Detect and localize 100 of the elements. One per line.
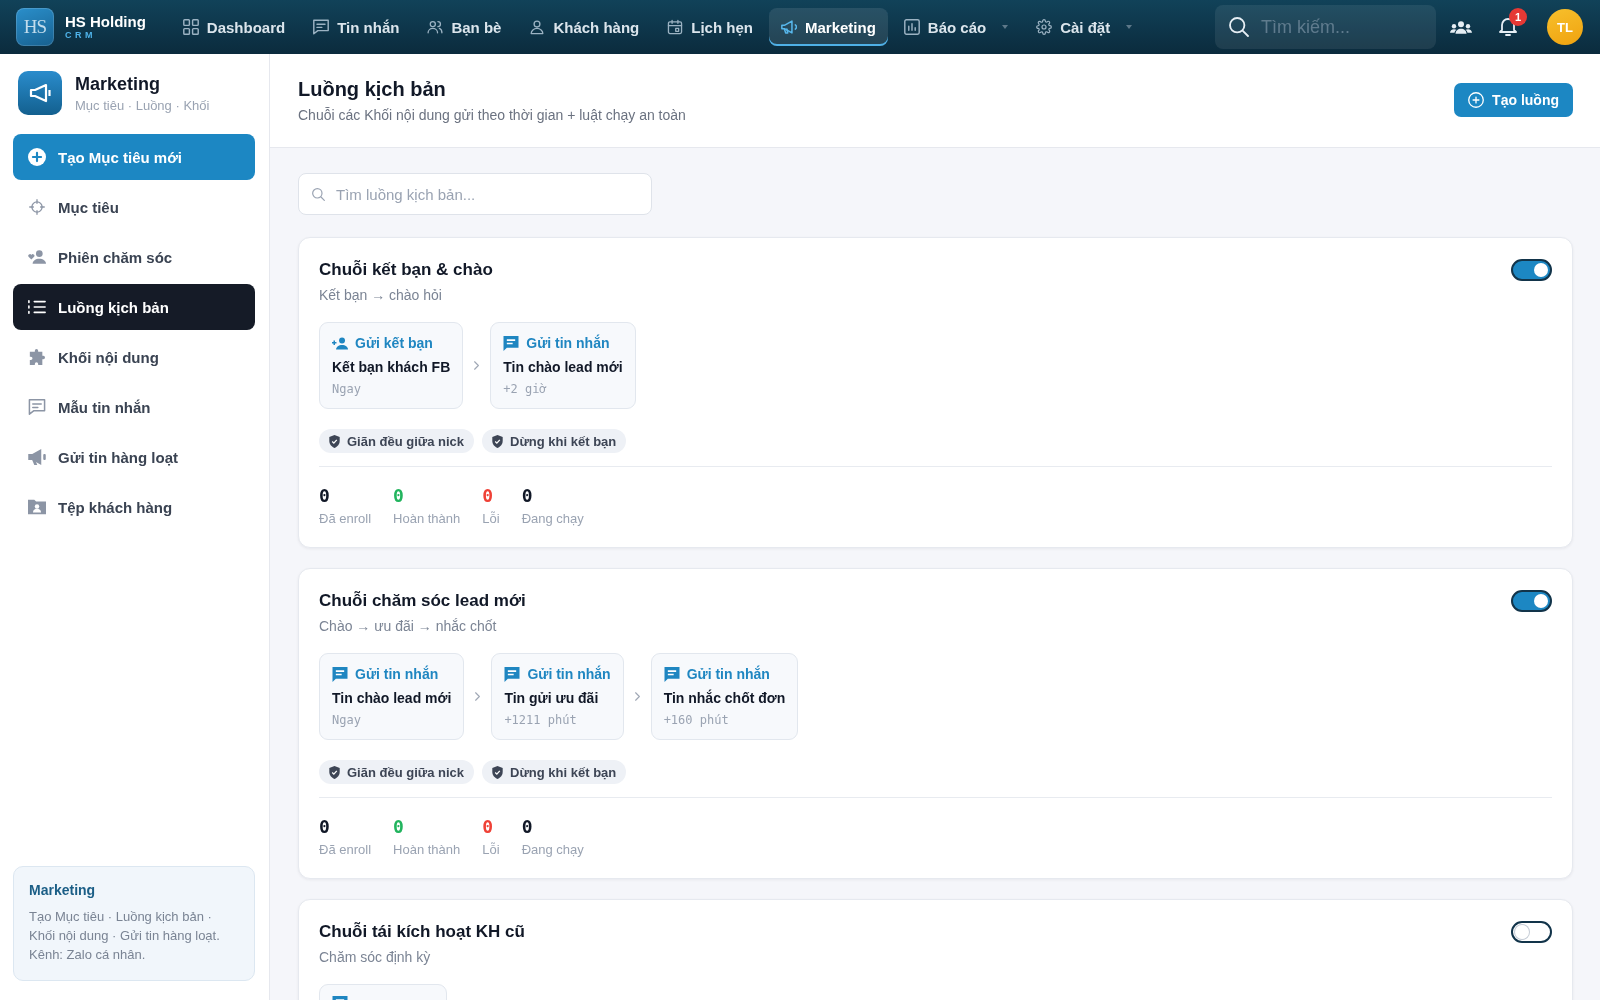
folder-user-icon [28, 499, 46, 515]
nav-tab[interactable]: Báo cáo [891, 8, 1021, 46]
crosshair-icon [28, 199, 46, 215]
page-subtitle: Chuỗi các Khối nội dung gửi theo thời gian + luật chạy an toàn [298, 106, 686, 124]
step-name: Tin nhắc chốt đơn [663, 689, 786, 707]
sidebar-item[interactable]: Mục tiêu [13, 184, 255, 230]
search-field[interactable]: Tìm luồng kịch bản... [298, 173, 652, 215]
nav-tab[interactable]: Khách hàng [517, 8, 652, 46]
brand-name: HS Holding [65, 13, 146, 30]
toggle-switch[interactable] [1511, 590, 1552, 612]
info-title: Marketing [29, 882, 96, 899]
rule-text: Dừng khi kết bạn [510, 433, 617, 449]
megaphone-icon [28, 449, 46, 465]
step-delay: +2 giờ [503, 381, 547, 397]
stat-value: 0 [482, 486, 494, 506]
message-icon [504, 666, 521, 682]
nav-tab[interactable]: Lịch hẹn [655, 8, 765, 46]
info-channel: Kênh: Zalo cá nhân. [29, 946, 146, 964]
bar-chart-icon [903, 19, 920, 35]
sidebar-item[interactable]: Mẫu tin nhắn [13, 384, 255, 430]
step-delay: Ngay [332, 712, 361, 728]
stat-label: Đang chạy [521, 841, 584, 858]
step-delay: +160 phút [663, 712, 729, 728]
stat-value: 0 [393, 486, 404, 506]
toggle-switch[interactable] [1511, 259, 1552, 281]
chevron-right-icon [475, 692, 481, 701]
numbered-list-icon [28, 299, 46, 315]
stat-value: 0 [482, 817, 494, 837]
chevron-right-icon [474, 361, 480, 370]
rule-text: Giãn đều giữa nick [347, 764, 465, 780]
person-add-icon [332, 335, 348, 351]
message-icon [663, 666, 680, 682]
step-action: Gửi tin nhắn [355, 665, 439, 683]
stat-label: Đã enroll [319, 510, 372, 527]
megaphone-icon [18, 71, 62, 115]
stat-label: Đang chạy [521, 510, 584, 527]
search-icon [1229, 17, 1249, 37]
chevron-right-icon [634, 692, 640, 701]
message-icon [332, 666, 348, 682]
sidebar-item[interactable]: Luồng kịch bản [13, 284, 255, 330]
user-icon [529, 19, 546, 35]
step-name: Tin gửi ưu đãi [504, 689, 599, 707]
nav-tab[interactable]: Marketing [768, 8, 888, 46]
step-action: Gửi tin nhắn [526, 334, 610, 352]
flow-title: Chuỗi kết bạn & chào [319, 259, 493, 281]
chat-icon [28, 399, 46, 415]
sidebar-item[interactable]: Phiên chăm sóc [13, 234, 255, 280]
stat-label: Lỗi [482, 510, 500, 527]
plus-circle-icon [1468, 92, 1485, 108]
sidebar-item[interactable]: Tệp khách hàng [13, 484, 255, 530]
flow-subtitle: Chào → ưu đãi → nhắc chốt [319, 617, 497, 635]
step-delay: +1211 phút [504, 712, 577, 728]
toggle-switch[interactable] [1511, 921, 1552, 943]
gear-icon [1036, 19, 1053, 35]
create-flow-button[interactable]: Tạo luồng [1454, 83, 1573, 117]
people-icon[interactable] [1450, 20, 1472, 34]
sidebar-title: Marketing [75, 72, 161, 95]
shield-check-icon [329, 765, 340, 779]
flow-subtitle: Chăm sóc định kỳ [319, 948, 431, 966]
flow-title: Chuỗi chăm sóc lead mới [319, 590, 526, 612]
step-name: Kết bạn khách FB [332, 358, 451, 376]
caret-down-icon [1126, 25, 1133, 29]
nav-tab[interactable]: Dashboard [170, 8, 298, 46]
stat-value: 0 [319, 486, 330, 506]
sidebar-item[interactable]: Gửi tin hàng loạt [13, 434, 255, 480]
puzzle-icon [28, 349, 46, 365]
chat-icon [313, 19, 330, 35]
stat-value: 0 [521, 817, 533, 837]
brand-tagline: CRM [65, 30, 96, 41]
sidebar-item[interactable]: Khối nội dung [13, 334, 255, 380]
stat-value: 0 [393, 817, 404, 837]
stat-value: 0 [521, 486, 533, 506]
stat-label: Hoàn thành [393, 510, 461, 527]
plus-circle-icon [28, 148, 46, 166]
calendar-icon [667, 19, 684, 35]
create-goal-button[interactable]: Tạo Mục tiêu mới [13, 134, 255, 180]
step-delay: Ngay [332, 381, 361, 397]
sidebar-subtitle: Mục tiêu · Luồng · Khối [75, 97, 210, 114]
page-title: Luồng kịch bản [298, 77, 446, 102]
caret-down-icon [1002, 25, 1009, 29]
step-name: Tin chào lead mới [503, 358, 623, 376]
stat-label: Hoàn thành [393, 841, 461, 858]
nav-tab[interactable]: Bạn bè [415, 8, 514, 46]
rule-text: Dừng khi kết bạn [510, 764, 617, 780]
step-action: Gửi tin nhắn [686, 665, 770, 683]
grid-icon [182, 19, 199, 35]
bell-icon[interactable] [1499, 18, 1517, 36]
nav-tab[interactable]: Tin nhắn [301, 8, 412, 46]
users-icon [427, 19, 444, 35]
megaphone-icon [780, 19, 797, 35]
search-icon [312, 188, 325, 201]
message-icon [503, 335, 520, 351]
rule-text: Giãn đều giữa nick [347, 433, 465, 449]
step-name: Tin chào lead mới [332, 689, 452, 707]
shield-check-icon [492, 434, 504, 448]
step-action: Gửi kết bạn [355, 334, 433, 352]
stat-value: 0 [319, 817, 330, 837]
brand-logo: HS [16, 8, 54, 46]
nav-tab[interactable]: Cài đặt [1024, 8, 1145, 46]
info-description: Tạo Mục tiêu · Luồng kịch bản · Khối nội dung · Gửi tin hàng loạt. [29, 908, 221, 945]
